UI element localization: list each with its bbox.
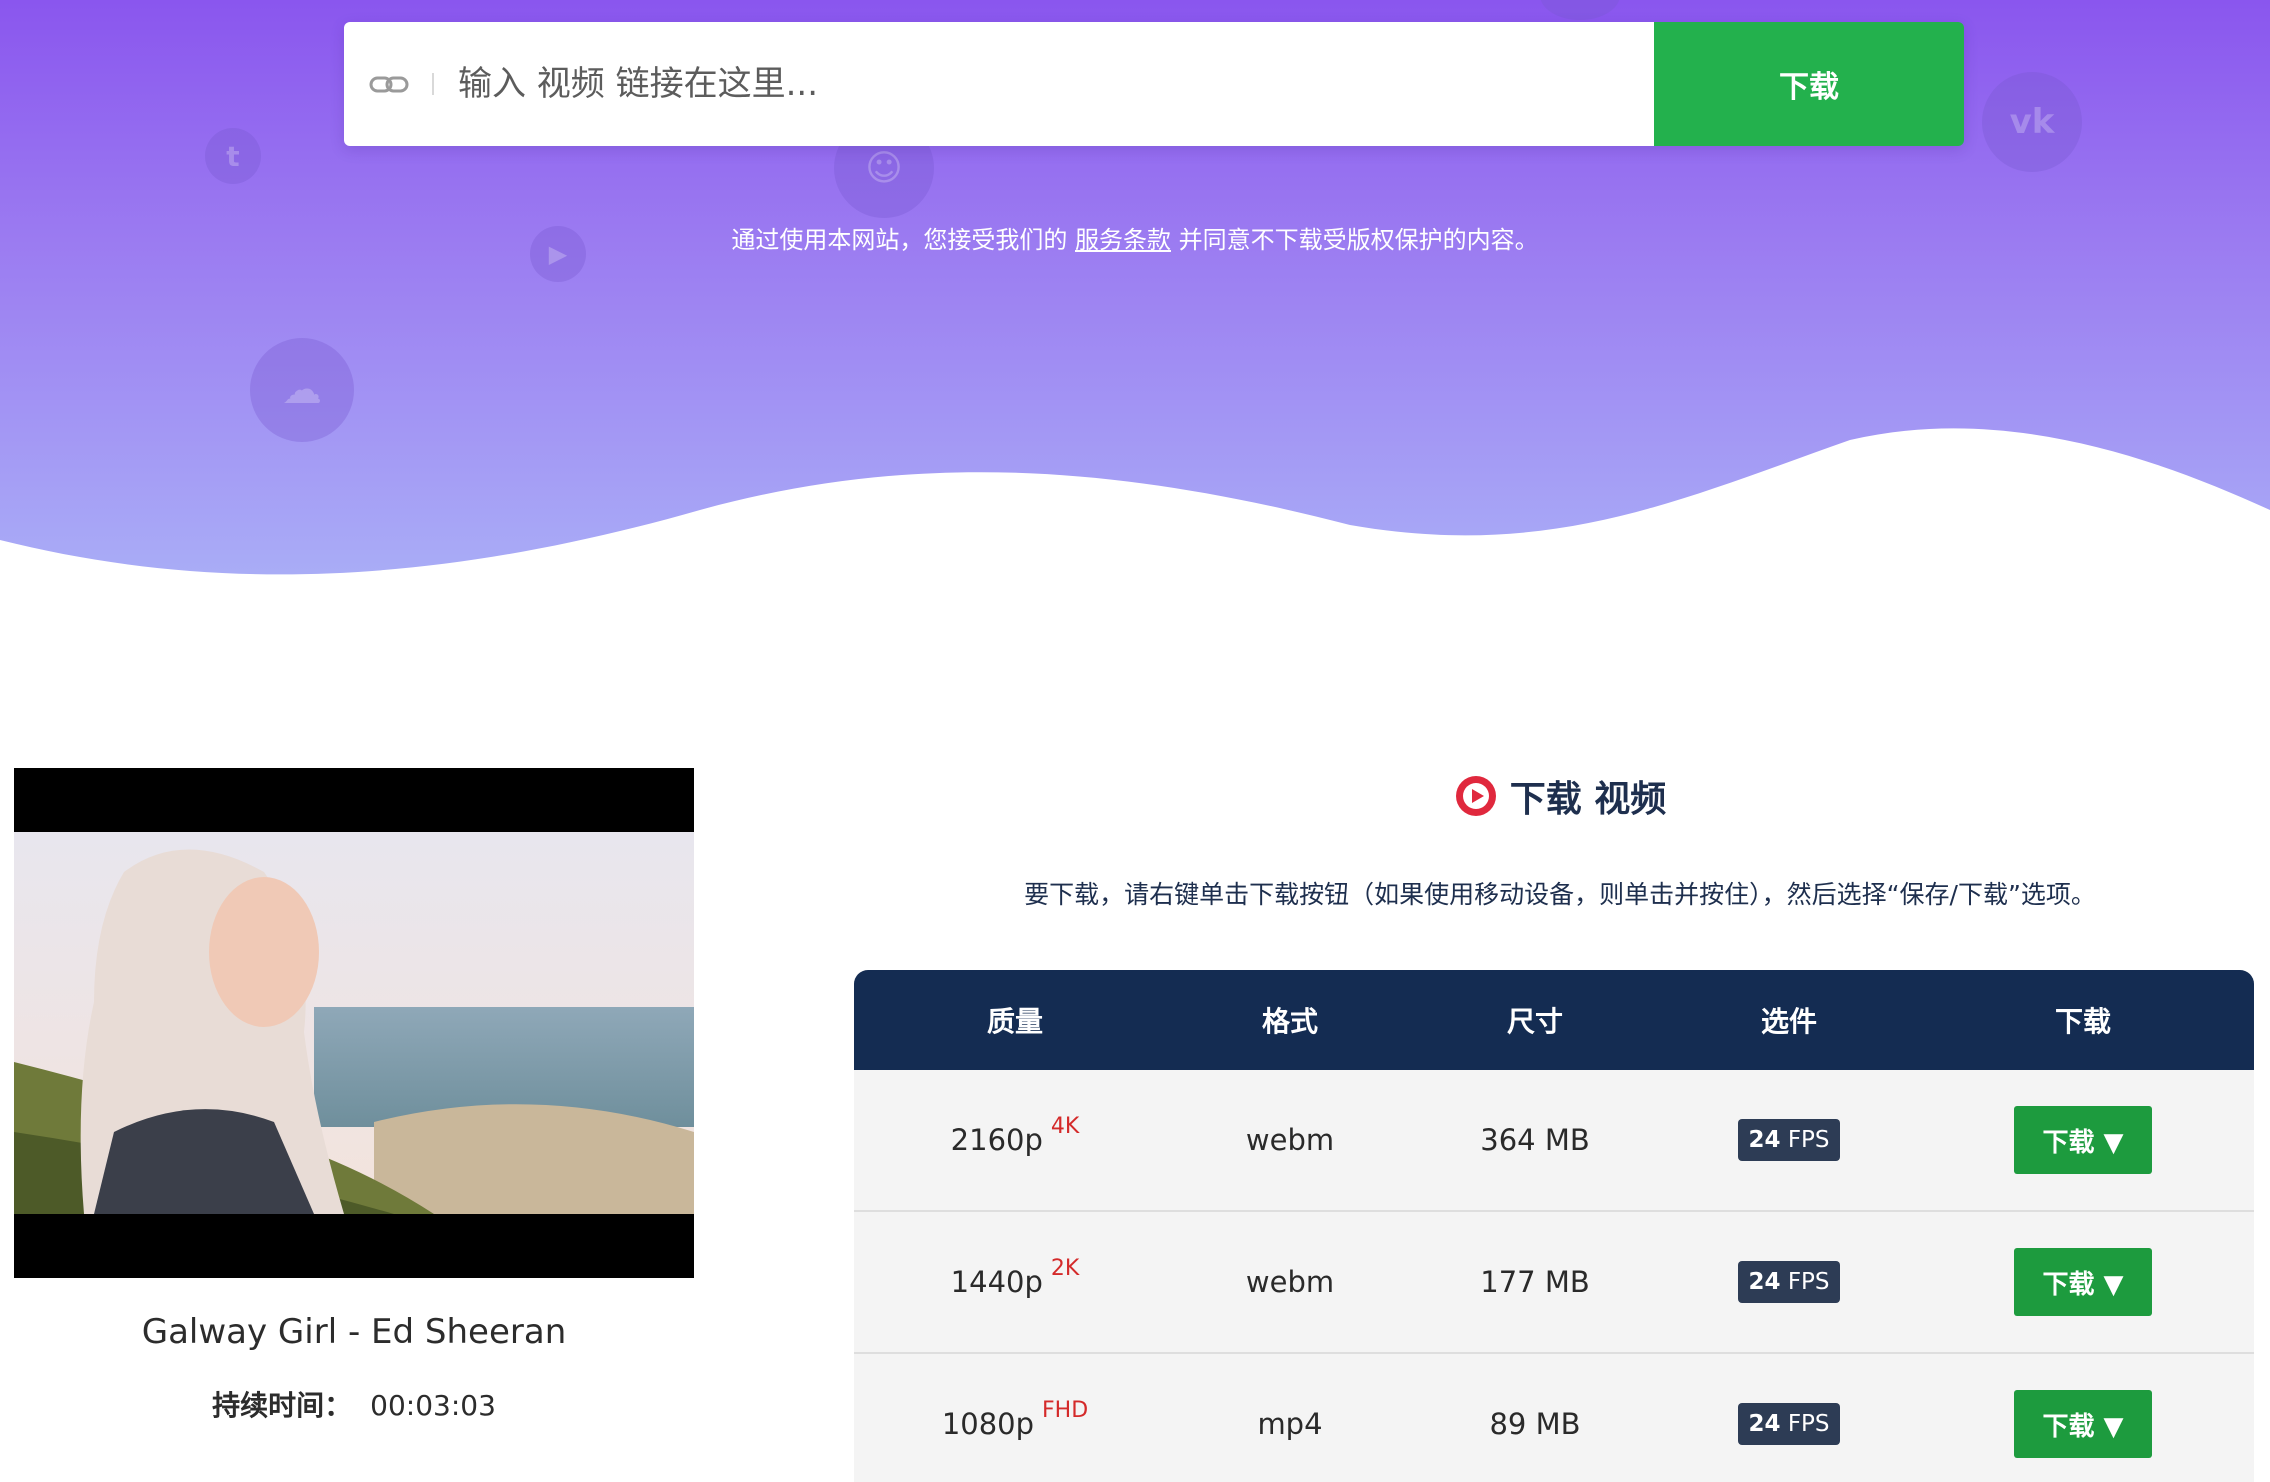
search-input[interactable] [456, 63, 1654, 105]
table-row: 1080p FHD mp4 89 MB 24 FPS 下载 ▼ [854, 1354, 2254, 1482]
terms-prefix: 通过使用本网站，您接受我们的 [731, 226, 1075, 254]
format-cell: mp4 [1257, 1407, 1323, 1441]
download-heading: 下载 视频 [850, 770, 2270, 822]
options-cell: 24 FPS [1666, 1261, 1912, 1303]
fps-number: 24 [1748, 1127, 1781, 1153]
download-heading-text: 下载 视频 [1509, 779, 1667, 820]
fps-unit: FPS [1787, 1269, 1830, 1295]
fps-badge: 24 FPS [1738, 1403, 1840, 1445]
search-separator [432, 73, 434, 95]
row-download-button[interactable]: 下载 ▼ [2014, 1106, 2152, 1174]
quality-value: 1440p [950, 1265, 1043, 1299]
fps-unit: FPS [1787, 1411, 1830, 1437]
video-thumbnail[interactable] [14, 768, 694, 1278]
fps-badge: 24 FPS [1738, 1119, 1840, 1161]
hero-wave [0, 428, 2270, 600]
options-cell: 24 FPS [1666, 1119, 1912, 1161]
duration-value: 00:03:03 [370, 1389, 496, 1422]
col-format: 格式 [1261, 1005, 1318, 1038]
vk-icon: vk [1982, 72, 2082, 172]
duration-label: 持续时间： [212, 1389, 353, 1422]
table-row: 2160p 4K webm 364 MB 24 FPS 下载 ▼ [854, 1070, 2254, 1212]
col-options: 选件 [1760, 1005, 1817, 1038]
terms-link[interactable]: 服务条款 [1075, 226, 1171, 254]
fps-number: 24 [1748, 1269, 1781, 1295]
video-title: Galway Girl - Ed Sheeran [141, 1312, 567, 1352]
col-quality: 质量 [986, 1005, 1043, 1038]
download-cell: 下载 ▼ [1912, 1106, 2254, 1174]
options-cell: 24 FPS [1666, 1403, 1912, 1445]
fps-unit: FPS [1787, 1127, 1830, 1153]
quality-cell: 2160p 4K [854, 1114, 1176, 1158]
download-cell: 下载 ▼ [1912, 1248, 2254, 1316]
hero-banner: t ☺ ▶ ☁ vk 下载 通过使用本网站，您接受我们的 服务条款 并同意不下载… [0, 0, 2270, 600]
fps-number: 24 [1748, 1411, 1781, 1437]
terms-notice: 通过使用本网站，您接受我们的 服务条款 并同意不下载受版权保护的内容。 [0, 220, 2270, 255]
quality-value: 2160p [950, 1123, 1043, 1157]
fps-badge: 24 FPS [1738, 1261, 1840, 1303]
size-cell: 364 MB [1480, 1123, 1590, 1157]
size-cell: 89 MB [1489, 1407, 1581, 1441]
download-table: 质量 格式 尺寸 选件 下载 2160p 4K webm 364 MB 24 FP… [854, 970, 2254, 1482]
search-bar: 下载 [344, 22, 1964, 146]
quality-cell: 1440p 2K [854, 1256, 1176, 1300]
quality-cell: 1080p FHD [854, 1398, 1176, 1442]
search-download-button[interactable]: 下载 [1654, 22, 1964, 146]
download-cell: 下载 ▼ [1912, 1390, 2254, 1458]
search-box [344, 22, 1654, 146]
link-icon [366, 61, 412, 107]
row-download-button[interactable]: 下载 ▼ [2014, 1390, 2152, 1458]
quality-tag: 2K [1050, 1255, 1080, 1281]
video-duration: 持续时间： 00:03:03 [14, 1384, 694, 1424]
play-circle-icon [1454, 774, 1498, 818]
table-row: 1440p 2K webm 177 MB 24 FPS 下载 ▼ [854, 1212, 2254, 1354]
row-download-button[interactable]: 下载 ▼ [2014, 1248, 2152, 1316]
format-cell: webm [1245, 1123, 1335, 1157]
terms-suffix: 并同意不下载受版权保护的内容。 [1171, 226, 1539, 254]
quality-tag: FHD [1042, 1397, 1089, 1423]
col-download: 下载 [2054, 1005, 2111, 1038]
size-cell: 177 MB [1480, 1265, 1590, 1299]
download-instructions: 要下载，请右键单击下载按钮（如果使用移动设备，则单击并按住），然后选择“保存/下… [1024, 880, 2096, 909]
thumbnail-image [14, 832, 694, 1214]
col-size: 尺寸 [1506, 1005, 1563, 1038]
quality-value: 1080p [941, 1407, 1035, 1441]
twitter-icon: t [205, 128, 261, 184]
table-header: 质量 格式 尺寸 选件 下载 [854, 970, 2254, 1070]
format-cell: webm [1245, 1265, 1335, 1299]
quality-tag: 4K [1050, 1113, 1080, 1139]
decor-circle [1540, 0, 1620, 20]
